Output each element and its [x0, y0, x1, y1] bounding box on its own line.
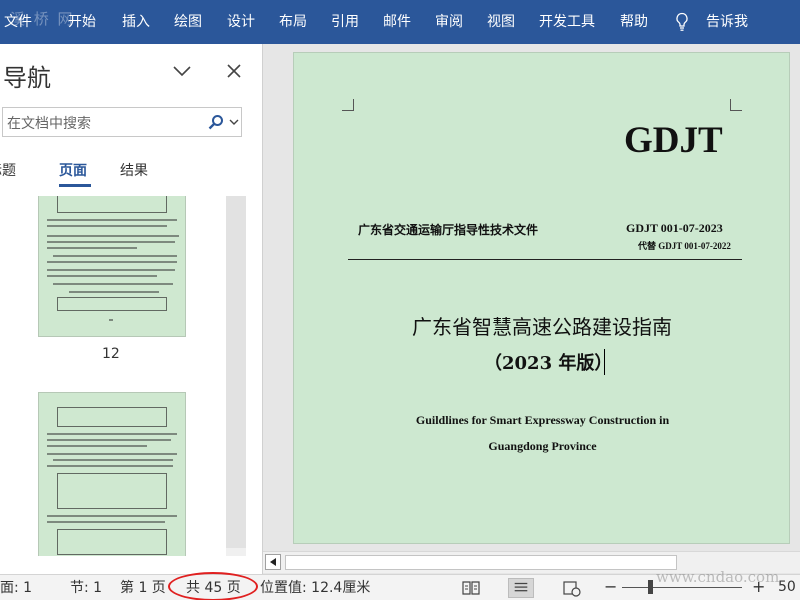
- tab-headings[interactable]: 标题: [0, 160, 16, 180]
- margin-corner-mark: [342, 99, 354, 111]
- document-number: GDJT 001-07-2023: [626, 221, 723, 235]
- tell-me-search[interactable]: 告诉我: [706, 12, 748, 32]
- document-title-english-line-1: Guildlines for Smart Expressway Construc…: [415, 413, 670, 427]
- thumbnail-page-label: 12: [102, 346, 120, 362]
- thumbnail-text-line: [47, 453, 177, 455]
- thumbnail-text-line: [47, 225, 167, 227]
- page-thumbnail-12[interactable]: [38, 196, 186, 337]
- thumbnail-table: [57, 196, 167, 213]
- thumbnail-text-line: [53, 255, 177, 257]
- web-layout-icon[interactable]: [558, 578, 584, 598]
- menu-mailings[interactable]: 邮件: [383, 12, 411, 32]
- thumbnail-text-line: [47, 275, 157, 277]
- thumbnail-text-line: [47, 433, 177, 435]
- thumbnail-table: [57, 529, 167, 555]
- thumbnail-text-line: [47, 219, 177, 221]
- print-layout-button[interactable]: [508, 578, 534, 598]
- menu-developer[interactable]: 开发工具: [539, 12, 595, 32]
- zoom-slider[interactable]: [622, 587, 742, 588]
- thumbnail-table: [57, 473, 167, 509]
- lightbulb-icon[interactable]: [674, 12, 690, 32]
- print-layout-icon: [514, 582, 528, 592]
- menu-file[interactable]: 文件: [4, 12, 32, 32]
- zoom-out-button[interactable]: −: [604, 577, 617, 596]
- thumbnail-text-line: [47, 439, 171, 441]
- close-icon[interactable]: [223, 60, 245, 82]
- margin-corner-mark: [730, 99, 742, 111]
- header-rule: [348, 259, 742, 260]
- thumbnail-text-line: [47, 261, 177, 263]
- menu-references[interactable]: 引用: [331, 12, 359, 32]
- document-code: GDJT: [624, 120, 723, 161]
- menu-help[interactable]: 帮助: [620, 12, 648, 32]
- thumbnail-text-line: [53, 459, 173, 461]
- menu-insert[interactable]: 插入: [122, 12, 150, 32]
- nav-pane-title: 导航: [3, 64, 51, 92]
- thumbnail-text-line: [47, 445, 147, 447]
- thumbnail-text-line: [53, 283, 173, 285]
- document-edition: （2023 年版）: [484, 353, 613, 374]
- thumbnail-table: [57, 297, 167, 311]
- thumbnail-text-line: [47, 235, 179, 237]
- tab-results[interactable]: 结果: [120, 160, 148, 180]
- document-title-chinese: 广东省智慧高速公路建设指南: [412, 315, 672, 339]
- read-mode-icon[interactable]: [458, 578, 484, 598]
- thumbnail-scrollbar-thumb[interactable]: [226, 196, 246, 548]
- menu-review[interactable]: 审阅: [435, 12, 463, 32]
- document-page[interactable]: GDJT 广东省交通运输厅指导性技术文件 GDJT 001-07-2023 代替…: [293, 52, 790, 544]
- ribbon-menubar: 文件 开始 插入 绘图 设计 布局 引用 邮件 审阅 视图 开发工具 帮助 告诉…: [0, 0, 800, 44]
- thumbnail-text-line: [69, 291, 159, 293]
- thumbnail-text-line: [47, 521, 165, 523]
- thumbnail-text-line: [47, 465, 173, 467]
- horizontal-scrollbar[interactable]: [263, 551, 800, 573]
- text-cursor: [604, 349, 605, 375]
- active-tab-indicator: [59, 184, 91, 187]
- menu-home[interactable]: 开始: [68, 12, 96, 32]
- menu-draw[interactable]: 绘图: [174, 12, 202, 32]
- menu-view[interactable]: 视图: [487, 12, 515, 32]
- tab-pages[interactable]: 页面: [59, 160, 87, 180]
- document-issuer: 广东省交通运输厅指导性技术文件: [358, 223, 539, 237]
- highlight-circle: [168, 572, 258, 600]
- horizontal-scrollbar-thumb[interactable]: [285, 555, 677, 570]
- scroll-left-arrow-icon[interactable]: [265, 554, 281, 570]
- document-replaces: 代替 GDJT 001-07-2022: [638, 241, 731, 251]
- navigation-pane: 导航 在文档中搜索 标题 页面 结果: [0, 44, 262, 574]
- thumbnail-text-line: [47, 247, 137, 249]
- thumbnail-text-line: [47, 269, 175, 271]
- thumbnail-text-line: [47, 241, 175, 243]
- status-bar: 页面: 1 节: 1 第 1 页 共 45 页 位置值: 12.4厘米 − + …: [0, 572, 800, 600]
- zoom-in-button[interactable]: +: [752, 577, 765, 596]
- status-page-count[interactable]: 第 1 页: [120, 579, 166, 597]
- search-placeholder: 在文档中搜索: [7, 116, 91, 132]
- status-position[interactable]: 位置值: 12.4厘米: [260, 579, 370, 597]
- zoom-slider-thumb[interactable]: [648, 580, 653, 594]
- page-thumbnail-13[interactable]: [38, 392, 186, 556]
- chevron-down-icon[interactable]: [229, 118, 239, 126]
- menu-layout[interactable]: 布局: [279, 12, 307, 32]
- thumbnail-table: [57, 407, 167, 427]
- zoom-level[interactable]: 50: [778, 579, 796, 595]
- status-section[interactable]: 节: 1: [70, 579, 102, 597]
- page-thumbnails: 12: [0, 196, 246, 556]
- thumbnail-text-line: [47, 515, 177, 517]
- nav-search-input[interactable]: 在文档中搜索: [2, 107, 242, 137]
- thumbnail-page-number: [109, 319, 113, 321]
- menu-design[interactable]: 设计: [227, 12, 255, 32]
- status-page[interactable]: 页面: 1: [0, 579, 32, 597]
- chevron-down-icon[interactable]: [170, 60, 194, 82]
- search-icon[interactable]: [208, 114, 224, 130]
- document-title-english-line-2: Guangdong Province: [488, 439, 597, 453]
